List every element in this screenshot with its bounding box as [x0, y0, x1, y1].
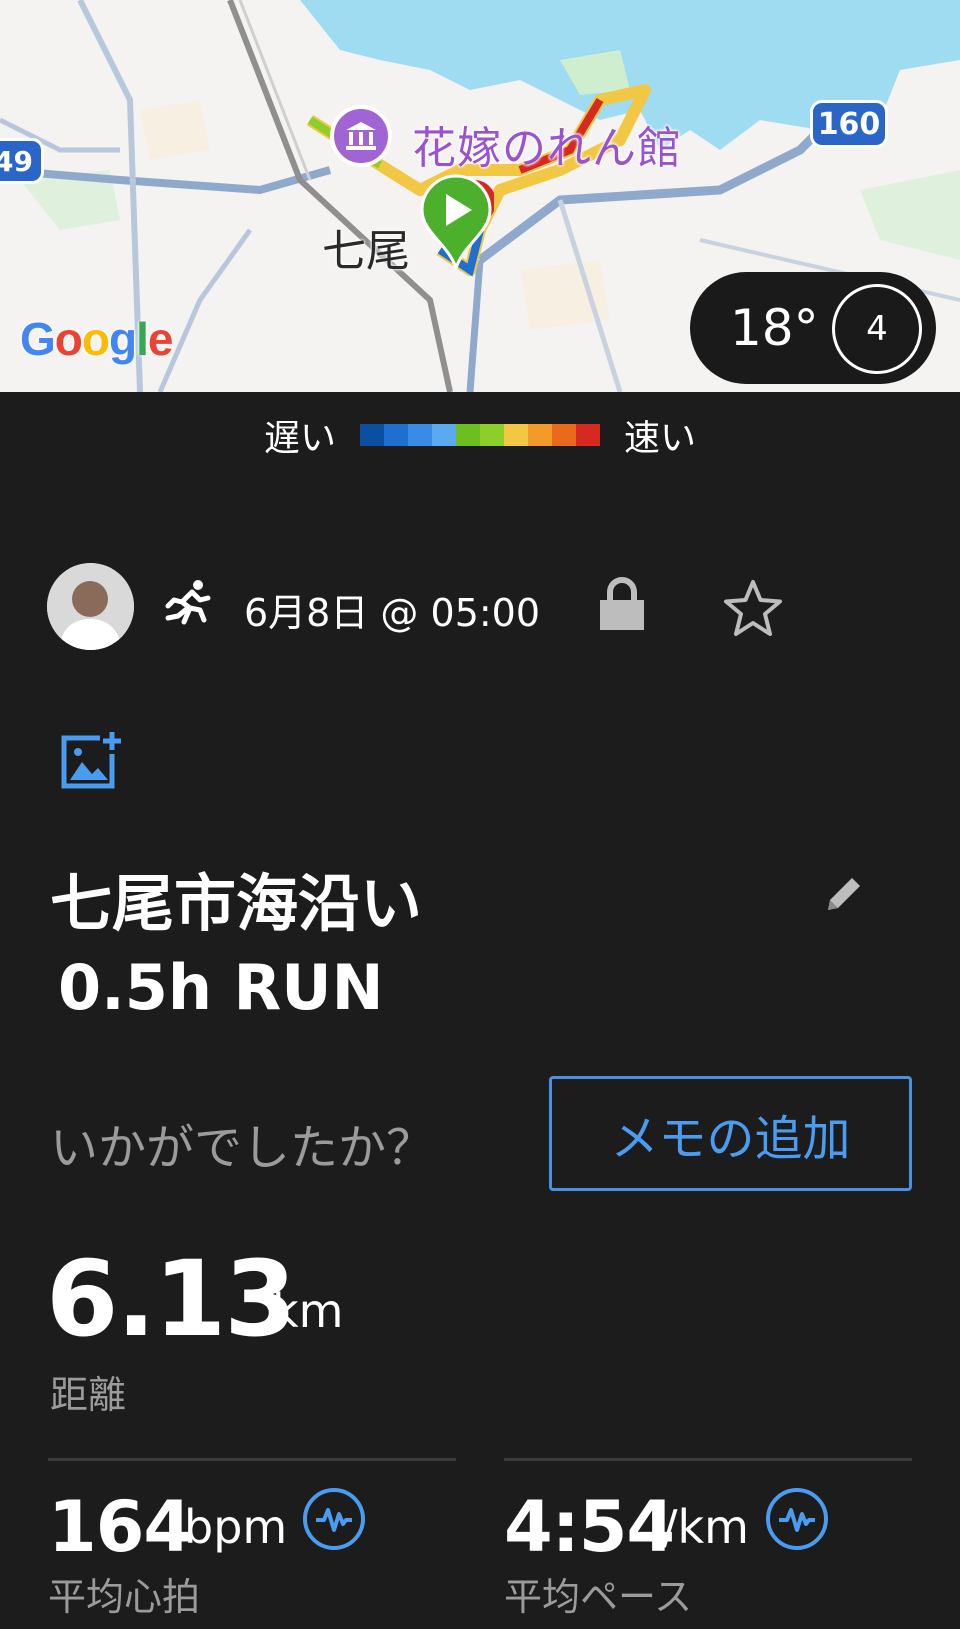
feedback-prompt: いかがでしたか？	[50, 1120, 435, 1176]
legend-swatch-4	[456, 424, 480, 446]
heart-rate-chart-icon[interactable]	[303, 1488, 365, 1550]
divider-right	[504, 1458, 912, 1461]
running-icon	[162, 578, 214, 634]
legend-slow-label: 遅い	[263, 418, 336, 459]
legend-swatch-6	[504, 424, 528, 446]
divider-left	[48, 1458, 456, 1461]
activity-title[interactable]: 七尾市海沿い 0.5h RUN	[50, 862, 750, 1030]
activity-date: 6月8日 @ 05:00	[244, 591, 541, 635]
lock-icon[interactable]	[598, 576, 646, 636]
legend-color-bar	[360, 424, 600, 446]
pace-value: 4:54	[504, 1486, 675, 1568]
legend-swatch-1	[384, 424, 408, 446]
legend-swatch-8	[552, 424, 576, 446]
temperature: 18°	[730, 299, 819, 357]
heart-rate-value: 164	[48, 1486, 192, 1568]
town-label: 七尾	[322, 226, 410, 277]
heart-rate-unit: bpm	[184, 1500, 288, 1554]
legend-fast-label: 速い	[624, 418, 697, 459]
edit-pencil-icon[interactable]	[822, 872, 866, 920]
wind-indicator: 4	[832, 284, 922, 374]
poi-label[interactable]: 花嫁のれん館	[412, 112, 682, 176]
route-badge-160: 160	[810, 100, 888, 148]
title-line-2: 0.5h RUN	[58, 951, 384, 1024]
activity-map[interactable]: 49 160 花嫁のれん館 七尾 Google 18° 4	[0, 0, 960, 392]
legend-swatch-3	[432, 424, 456, 446]
legend-swatch-2	[408, 424, 432, 446]
route-badge-49: 49	[0, 138, 44, 184]
legend-swatch-7	[528, 424, 552, 446]
distance-label: 距離	[50, 1373, 127, 1417]
legend-swatch-9	[576, 424, 600, 446]
legend-swatch-0	[360, 424, 384, 446]
distance-unit: km	[272, 1284, 344, 1338]
wind-speed: 4	[866, 309, 888, 349]
pace-unit: /km	[662, 1500, 749, 1554]
legend-swatch-5	[480, 424, 504, 446]
add-photo-icon[interactable]	[60, 730, 124, 796]
museum-icon[interactable]	[330, 105, 392, 167]
weather-widget[interactable]: 18° 4	[690, 272, 936, 384]
title-line-1: 七尾市海沿い	[50, 867, 423, 940]
google-logo: Google	[20, 313, 173, 365]
avatar[interactable]	[47, 563, 134, 650]
pace-label: 平均ペース	[504, 1575, 693, 1619]
star-icon[interactable]	[722, 578, 784, 642]
add-memo-button[interactable]: メモの追加	[549, 1076, 912, 1191]
distance-value: 6.13	[46, 1238, 297, 1360]
heart-rate-label: 平均心拍	[48, 1575, 201, 1619]
start-pin-icon	[418, 174, 496, 274]
pace-chart-icon[interactable]	[766, 1488, 828, 1550]
speed-legend: 遅い 速い	[0, 410, 960, 460]
